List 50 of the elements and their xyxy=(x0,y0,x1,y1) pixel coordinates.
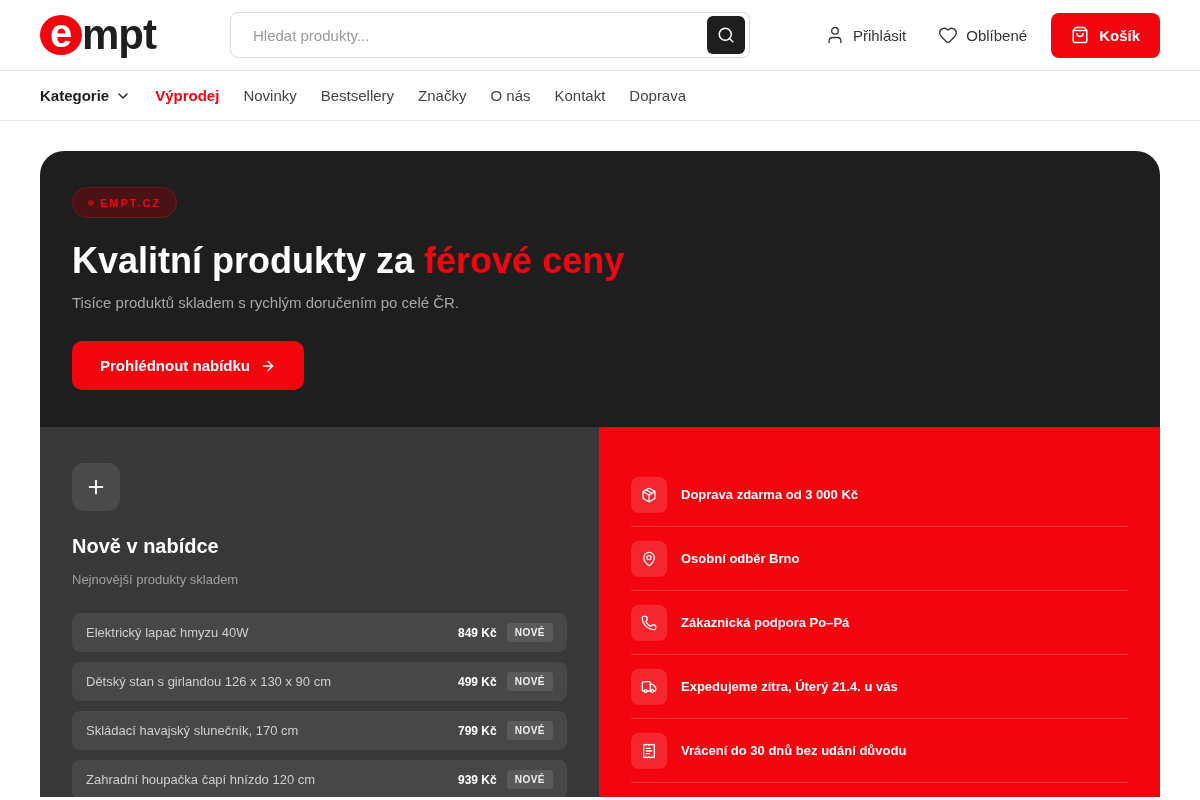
new-tag: NOVÉ xyxy=(506,721,553,740)
product-name: Zahradní houpačka čapí hnízdo 120 cm xyxy=(86,772,317,787)
nav-link[interactable]: Kontakt xyxy=(554,87,606,104)
nav-link[interactable]: Výprodej xyxy=(155,87,220,104)
nav-link[interactable]: Značky xyxy=(418,87,467,104)
hero-subtitle: Tisíce produktů skladem s rychlým doručením po celé ČR. xyxy=(72,294,461,311)
hero-title: Kvalitní produkty za férové ceny xyxy=(72,240,626,282)
nav-link[interactable]: O nás xyxy=(490,87,531,104)
panel-title: Nově v nabídce xyxy=(72,535,220,558)
product-name: Elektrický lapač hmyzu 40W xyxy=(86,625,250,640)
product-row[interactable]: Dětský stan s girlandou 126 x 130 x 90 cm 499 Kč NOVÉ xyxy=(72,662,567,701)
product-name: Dětský stan s girlandou 126 x 130 x 90 cm xyxy=(86,674,332,689)
favorites-link[interactable]: Oblíbené xyxy=(938,25,1028,45)
feature-text: Doprava zdarma od 3 000 Kč xyxy=(681,487,859,502)
receipt-icon xyxy=(631,732,667,769)
new-tag: NOVÉ xyxy=(506,623,553,642)
categories-dropdown[interactable]: Kategorie xyxy=(40,87,132,104)
new-tag: NOVÉ xyxy=(506,770,553,789)
search-button[interactable] xyxy=(707,16,745,54)
plus-icon xyxy=(72,463,120,511)
nav-link[interactable]: Novinky xyxy=(243,87,297,104)
search-field[interactable]: Hledat produkty... xyxy=(230,12,750,58)
search-icon xyxy=(717,26,735,44)
panel-subtitle: Nejnovější produkty skladem xyxy=(72,572,240,587)
heart-icon xyxy=(938,25,959,45)
brand-badge: EMPT.CZ xyxy=(72,187,178,218)
nav-link[interactable]: Bestsellery xyxy=(320,87,395,104)
new-tag: NOVÉ xyxy=(506,672,553,691)
logo-mark: e xyxy=(40,15,82,55)
product-name: Skládací havajský slunečník, 170 cm xyxy=(86,723,300,738)
feature-text: Vrácení do 30 dnů bez udání důvodu xyxy=(681,743,907,758)
feature-text: Osobní odběr Brno xyxy=(681,551,800,566)
feature-text: Expedujeme zítra, Úterý 21.4. u vás xyxy=(681,679,898,694)
browse-button[interactable]: Prohlédnout nabídku xyxy=(72,341,304,390)
truck-icon xyxy=(631,668,667,705)
box-icon xyxy=(631,476,667,513)
nav-link[interactable]: Doprava xyxy=(629,87,687,104)
cart-button[interactable]: Košík xyxy=(1051,12,1160,58)
product-row[interactable]: Zahradní houpačka čapí hnízdo 120 cm 939 Kč NOVÉ xyxy=(72,760,567,797)
login-link[interactable]: Přihlásit xyxy=(824,25,907,45)
product-row[interactable]: Elektrický lapač hmyzu 40W 849 Kč NOVÉ xyxy=(72,613,567,652)
phone-icon xyxy=(631,604,667,641)
shopping-bag-icon xyxy=(1071,26,1090,44)
product-price: 499 Kč xyxy=(457,674,497,689)
product-row[interactable]: Skládací havajský slunečník, 170 cm 799 Kč NOVÉ xyxy=(72,711,567,750)
feature-text: Zákaznická podpora Po–Pá xyxy=(681,615,850,630)
map-pin-icon xyxy=(631,540,667,577)
product-price: 849 Kč xyxy=(457,625,497,640)
product-price: 799 Kč xyxy=(457,723,497,738)
product-price: 939 Kč xyxy=(457,772,497,787)
